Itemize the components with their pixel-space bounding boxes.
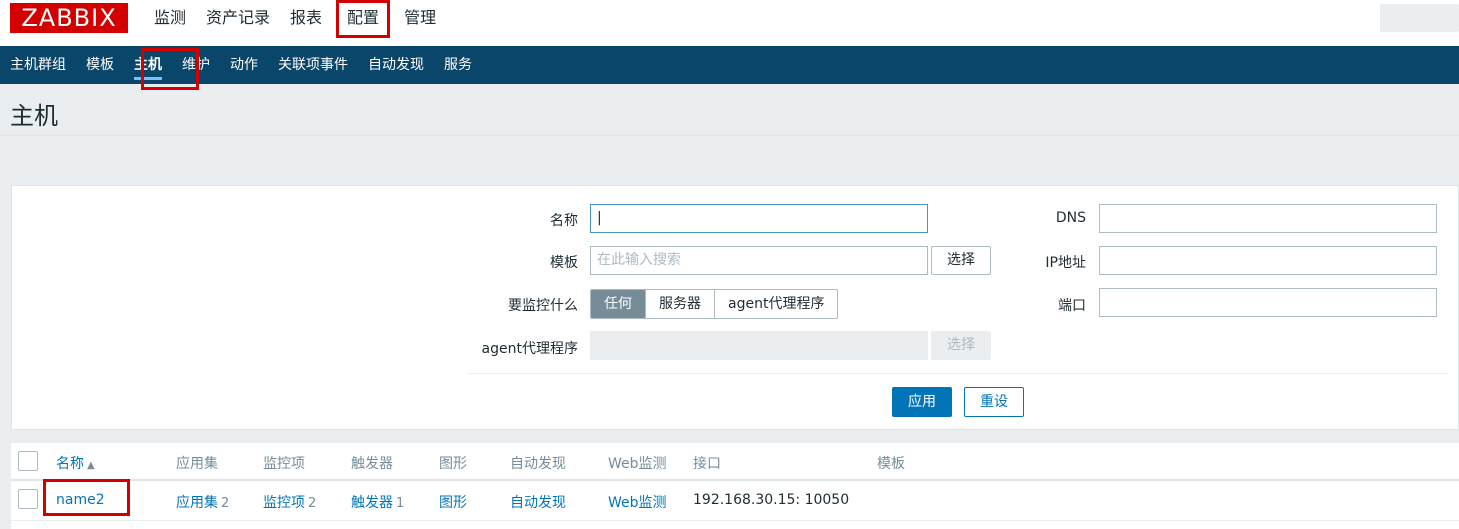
select-all-checkbox[interactable] [18, 451, 38, 471]
sub-nav: 主机群组 模板 主机 维护 动作 关联项事件 自动发现 服务 [0, 46, 1459, 84]
table-row: name2 应用集 2 监控项 2 触发器 1 图形 自动发现 Web监测 192.1… [11, 483, 1459, 521]
dns-input[interactable] [1099, 204, 1437, 233]
name-input[interactable]: | [590, 204, 928, 233]
column-name[interactable]: 名称 ▲ [56, 453, 95, 473]
port-label: 端口 [1058, 298, 1086, 314]
column-items: 监控项 [263, 456, 305, 472]
applications-link[interactable]: 应用集 2 [176, 492, 229, 512]
column-templates: 模板 [877, 456, 905, 472]
apply-button[interactable]: 应用 [892, 387, 952, 417]
monitored-by-segmented: 任何 服务器 agent代理程序 [590, 289, 839, 319]
port-input[interactable] [1099, 288, 1437, 317]
subnav-discovery[interactable]: 自动发现 [358, 46, 434, 84]
main-nav: 监测 资产记录 报表 配置 管理 [148, 0, 450, 38]
template-label: 模板 [550, 255, 578, 271]
proxy-select-button: 选择 [931, 331, 991, 360]
reset-button[interactable]: 重设 [964, 387, 1024, 417]
column-web: Web监测 [608, 456, 667, 472]
triggers-link[interactable]: 触发器 1 [351, 492, 404, 512]
hosts-table: 名称 ▲ 应用集 监控项 触发器 图形 自动发现 Web监测 接口 模板 name… [11, 443, 1459, 529]
proxy-input [590, 331, 928, 360]
column-discovery: 自动发现 [510, 456, 566, 472]
subnav-host-groups[interactable]: 主机群组 [0, 46, 76, 84]
template-select-button[interactable]: 选择 [931, 246, 991, 275]
discovery-link[interactable]: 自动发现 [510, 492, 566, 512]
dns-label: DNS [1055, 210, 1086, 226]
subnav-services[interactable]: 服务 [434, 46, 482, 84]
column-interface: 接口 [693, 456, 721, 472]
subnav-event-correlation[interactable]: 关联项事件 [268, 46, 358, 84]
column-graphs: 图形 [439, 456, 467, 472]
proxy-label: agent代理程序 [481, 341, 578, 357]
table-header: 名称 ▲ 应用集 监控项 触发器 图形 自动发现 Web监测 接口 模板 [11, 443, 1459, 481]
monitored-by-proxy[interactable]: agent代理程序 [715, 290, 838, 318]
column-applications: 应用集 [176, 456, 218, 472]
subnav-highlight-box [141, 48, 199, 90]
monitored-by-any[interactable]: 任何 [591, 290, 646, 318]
template-input[interactable]: 在此输入搜索 [590, 246, 928, 275]
filter-divider [468, 373, 1448, 374]
zabbix-logo[interactable]: ZABBIX [10, 3, 128, 33]
nav-configuration[interactable]: 配置 [336, 0, 391, 38]
header-divider [0, 135, 1459, 136]
nav-administration[interactable]: 管理 [398, 0, 442, 36]
nav-monitoring[interactable]: 监测 [148, 0, 192, 36]
row-checkbox[interactable] [18, 489, 38, 509]
monitored-by-server[interactable]: 服务器 [646, 290, 715, 318]
name-label: 名称 [550, 213, 578, 229]
nav-inventory[interactable]: 资产记录 [200, 0, 276, 36]
ip-input[interactable] [1099, 246, 1437, 275]
top-bar: ZABBIX 监测 资产记录 报表 配置 管理 [0, 0, 1459, 46]
ip-label: IP地址 [1045, 255, 1086, 271]
search-box[interactable] [1380, 4, 1459, 32]
name-highlight-box [43, 479, 130, 516]
subnav-templates[interactable]: 模板 [76, 46, 124, 84]
monitored-by-label: 要监控什么 [508, 298, 578, 314]
sort-asc-icon: ▲ [87, 460, 95, 471]
column-triggers: 触发器 [351, 456, 393, 472]
items-link[interactable]: 监控项 2 [263, 492, 316, 512]
web-link[interactable]: Web监测 [608, 492, 667, 512]
graphs-link[interactable]: 图形 [439, 492, 467, 512]
interface-value: 192.168.30.15: 10050 [693, 492, 850, 508]
nav-reports[interactable]: 报表 [284, 0, 328, 36]
page-title: 主机 [10, 102, 58, 130]
subnav-actions[interactable]: 动作 [220, 46, 268, 84]
